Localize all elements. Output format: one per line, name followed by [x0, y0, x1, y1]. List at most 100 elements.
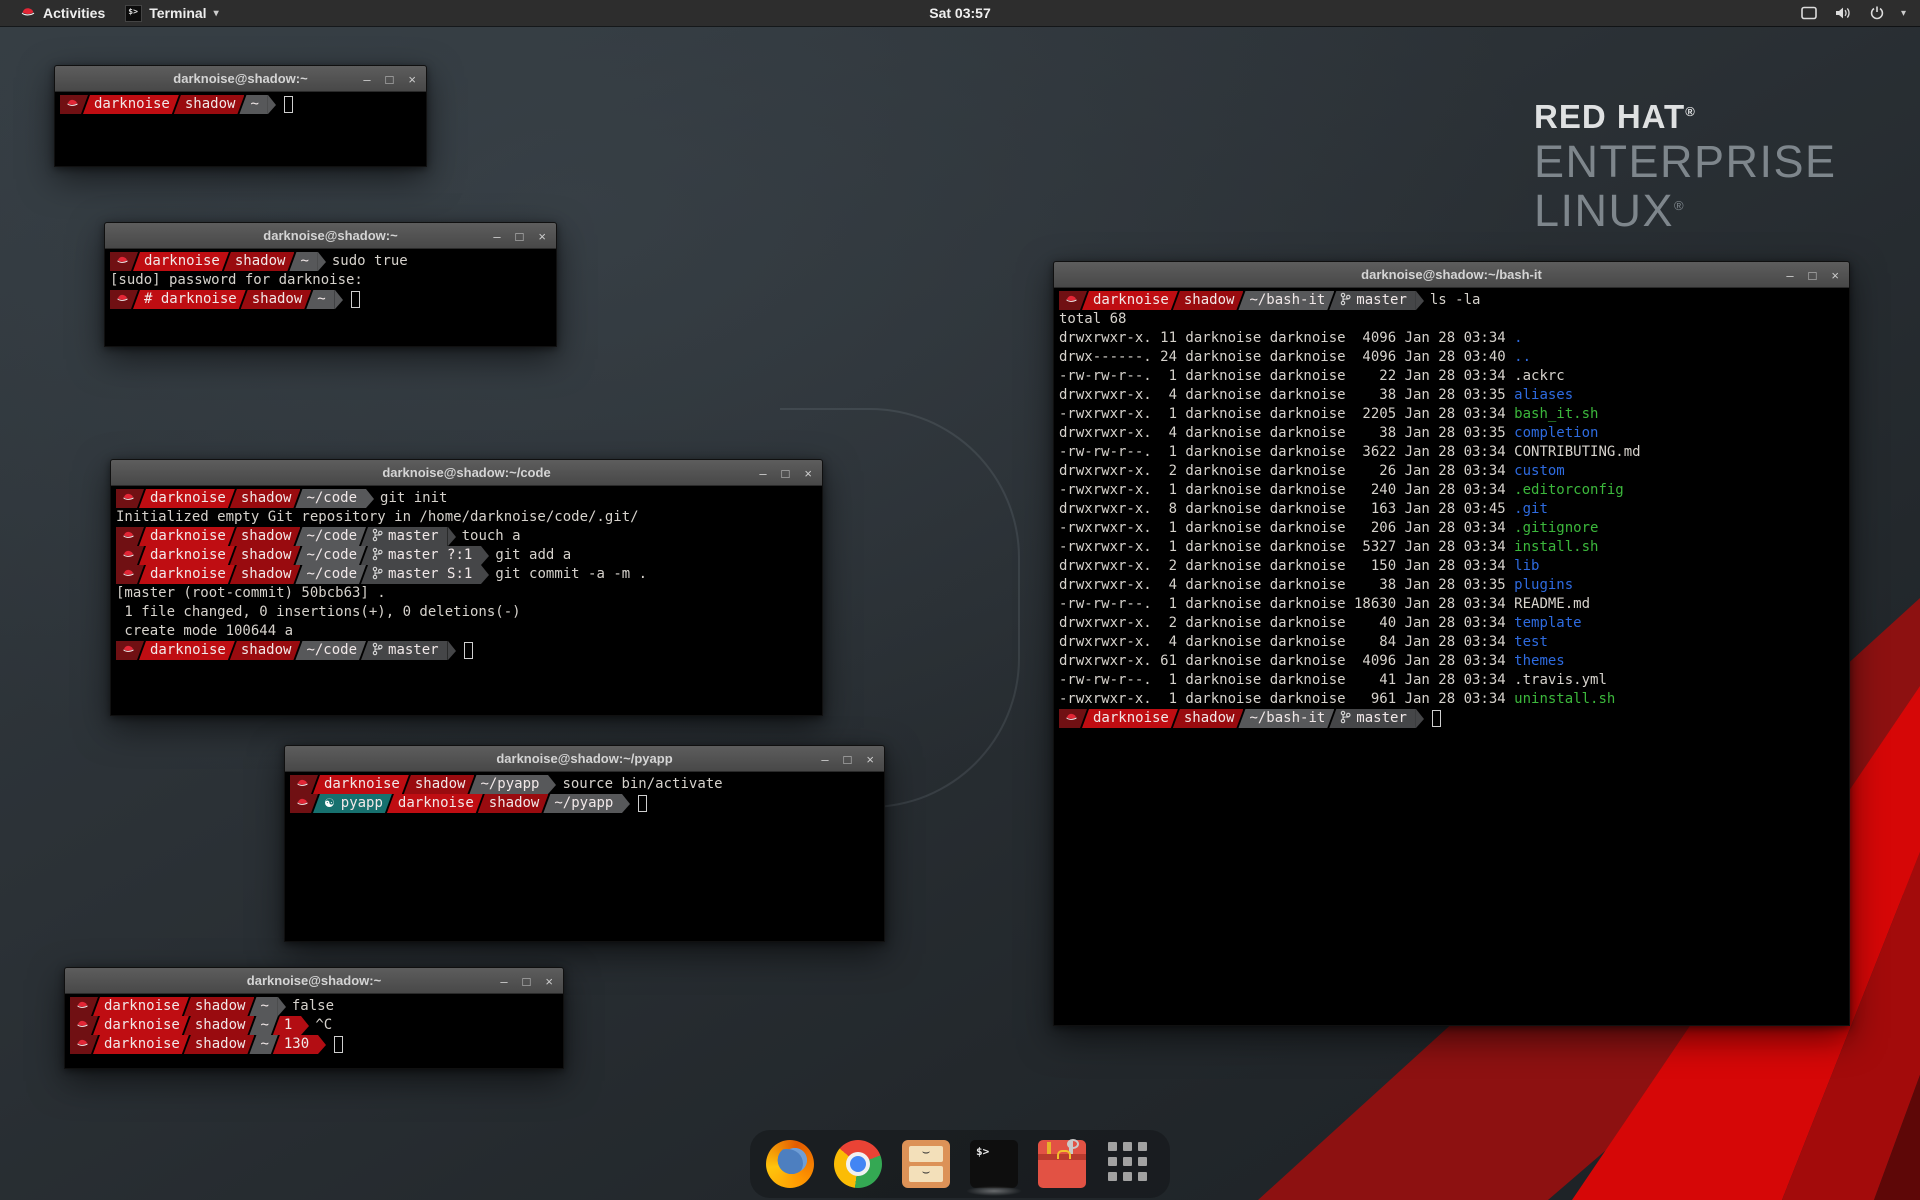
redhat-prompt-icon [116, 546, 144, 565]
terminal-line: darknoiseshadow~/pyappsource bin/activat… [290, 775, 879, 794]
terminal-text: completion [1514, 425, 1598, 441]
terminal-line: drwxrwxr-x. 2 darknoise darknoise 150 Ja… [1059, 557, 1844, 576]
prompt-segment-exit: 1 [273, 1016, 301, 1035]
terminal-text: -rwxrwxr-x. 1 darknoise darknoise 5327 J… [1059, 539, 1514, 555]
prompt-segment-user: darknoise [1082, 709, 1178, 728]
power-icon [1869, 5, 1885, 21]
app-menu-terminal[interactable]: $> Terminal ▾ [115, 0, 228, 26]
terminal-window-pyapp: darknoise@shadow:~/pyapp–□×darknoiseshad… [284, 745, 885, 942]
terminal-icon[interactable]: $> [970, 1140, 1018, 1188]
grid-dot [1108, 1172, 1117, 1181]
window-title: darknoise@shadow:~/code [111, 460, 822, 486]
maximize-button[interactable]: □ [782, 467, 790, 480]
window-titlebar[interactable]: darknoise@shadow:~–□× [65, 968, 563, 994]
terminal-body[interactable]: darknoiseshadow~/codegit initInitialized… [111, 486, 822, 715]
window-titlebar[interactable]: darknoise@shadow:~–□× [105, 223, 556, 249]
terminal-text: -rw-rw-r--. 1 darknoise darknoise 41 Jan… [1059, 672, 1514, 688]
git-branch-icon [372, 566, 388, 582]
redhat-prompt-icon [290, 775, 318, 794]
prompt-segment-path: ~/bash-it [1238, 291, 1334, 310]
close-button[interactable]: × [1831, 269, 1839, 282]
close-button[interactable]: × [408, 73, 416, 86]
terminal-body[interactable]: darknoiseshadow~/bash-itmasterls -latota… [1054, 288, 1849, 1025]
window-titlebar[interactable]: darknoise@shadow:~/bash-it–□× [1054, 262, 1849, 288]
prompt-segment-user: darknoise [139, 546, 235, 565]
terminal-line: create mode 100644 a [116, 622, 817, 641]
window-titlebar[interactable]: darknoise@shadow:~/code– □ × [111, 460, 822, 486]
terminal-body[interactable]: darknoiseshadow~sudo true[sudo] password… [105, 249, 556, 346]
maximize-button[interactable]: □ [523, 975, 531, 988]
terminal-text: sudo true [332, 253, 408, 269]
redhat-branding: RED HAT® ENTERPRISE LINUX® [1534, 100, 1837, 233]
system-status-area[interactable]: ▾ [1800, 5, 1910, 21]
maximize-button[interactable]: □ [1809, 269, 1817, 282]
redhat-prompt-icon [70, 1016, 98, 1035]
terminal-text: lib [1514, 558, 1539, 574]
terminal-line: # darknoiseshadow~ [110, 290, 551, 309]
files-icon[interactable] [902, 1140, 950, 1188]
terminal-text: source bin/activate [562, 776, 722, 792]
prompt-segment-user: darknoise [1082, 291, 1178, 310]
appgrid-icon[interactable] [1106, 1140, 1154, 1188]
terminal-text: plugins [1514, 577, 1573, 593]
terminal-text: .git [1514, 501, 1548, 517]
redhat-prompt-icon [116, 565, 144, 584]
terminal-body[interactable]: darknoiseshadow~ [55, 92, 426, 166]
maximize-button[interactable]: □ [386, 73, 394, 86]
terminal-line: [sudo] password for darknoise: [110, 271, 551, 290]
close-button[interactable]: × [804, 467, 812, 480]
window-controls: – □ × [493, 223, 546, 249]
prompt-segment-path: ~ [239, 95, 267, 114]
terminal-text: -rwxrwxr-x. 1 darknoise darknoise 2205 J… [1059, 406, 1514, 422]
terminal-text: drwxrwxr-x. 11 darknoise darknoise 4096 … [1059, 330, 1514, 346]
toolbox-icon[interactable] [1038, 1140, 1086, 1188]
prompt-segment-host: shadow [478, 794, 549, 813]
redhat-prompt-icon [116, 527, 144, 546]
terminal-text: total 68 [1059, 311, 1126, 327]
prompt-segment-host: shadow [404, 775, 475, 794]
minimize-button[interactable]: – [363, 73, 370, 86]
chrome-icon[interactable] [834, 1140, 882, 1188]
window-titlebar[interactable]: darknoise@shadow:~/pyapp–□× [285, 746, 884, 772]
terminal-line: -rw-rw-r--. 1 darknoise darknoise 41 Jan… [1059, 671, 1844, 690]
terminal-line: -rw-rw-r--. 1 darknoise darknoise 18630 … [1059, 595, 1844, 614]
terminal-text: -rw-rw-r--. 1 darknoise darknoise 18630 … [1059, 596, 1514, 612]
redhat-prompt-icon [60, 95, 88, 114]
terminal-cursor [334, 1036, 343, 1053]
clock[interactable]: Sat 03:57 [929, 5, 990, 21]
terminal-text: .gitignore [1514, 520, 1598, 536]
maximize-button[interactable]: □ [516, 230, 524, 243]
terminal-text: 1 file changed, 0 insertions(+), 0 delet… [116, 604, 521, 620]
terminal-line: -rw-rw-r--. 1 darknoise darknoise 3622 J… [1059, 443, 1844, 462]
terminal-line: drwxrwxr-x. 4 darknoise darknoise 38 Jan… [1059, 576, 1844, 595]
terminal-body[interactable]: darknoiseshadow~falsedarknoiseshadow~1^C… [65, 994, 563, 1068]
terminal-line: drwxrwxr-x. 61 darknoise darknoise 4096 … [1059, 652, 1844, 671]
minimize-button[interactable]: – [493, 230, 500, 243]
minimize-button[interactable]: – [1786, 269, 1793, 282]
prompt-segment-user: darknoise [139, 565, 235, 584]
window-titlebar[interactable]: darknoise@shadow:~–□× [55, 66, 426, 92]
redhat-prompt-icon [70, 1035, 98, 1054]
grid-dot [1108, 1157, 1117, 1166]
prompt-arrow [481, 565, 489, 584]
terminal-text: . [1514, 330, 1522, 346]
firefox-icon[interactable] [766, 1140, 814, 1188]
python-icon: ☯ [324, 796, 335, 810]
git-branch-icon [372, 642, 388, 658]
terminal-text: .travis.yml [1514, 672, 1607, 688]
minimize-button[interactable]: – [500, 975, 507, 988]
minimize-button[interactable]: – [759, 467, 766, 480]
maximize-button[interactable]: □ [844, 753, 852, 766]
terminal-body[interactable]: darknoiseshadow~/pyappsource bin/activat… [285, 772, 884, 941]
display-icon [1800, 5, 1818, 21]
close-button[interactable]: × [545, 975, 553, 988]
minimize-button[interactable]: – [821, 753, 828, 766]
terminal-line: 1 file changed, 0 insertions(+), 0 delet… [116, 603, 817, 622]
terminal-cursor [1432, 710, 1441, 727]
redhat-prompt-icon [110, 252, 138, 271]
close-button[interactable]: × [866, 753, 874, 766]
close-button[interactable]: × [538, 230, 546, 243]
terminal-text: -rw-rw-r--. 1 darknoise darknoise 3622 J… [1059, 444, 1514, 460]
activities-button[interactable]: Activities [10, 0, 115, 26]
terminal-text: bash_it.sh [1514, 406, 1598, 422]
